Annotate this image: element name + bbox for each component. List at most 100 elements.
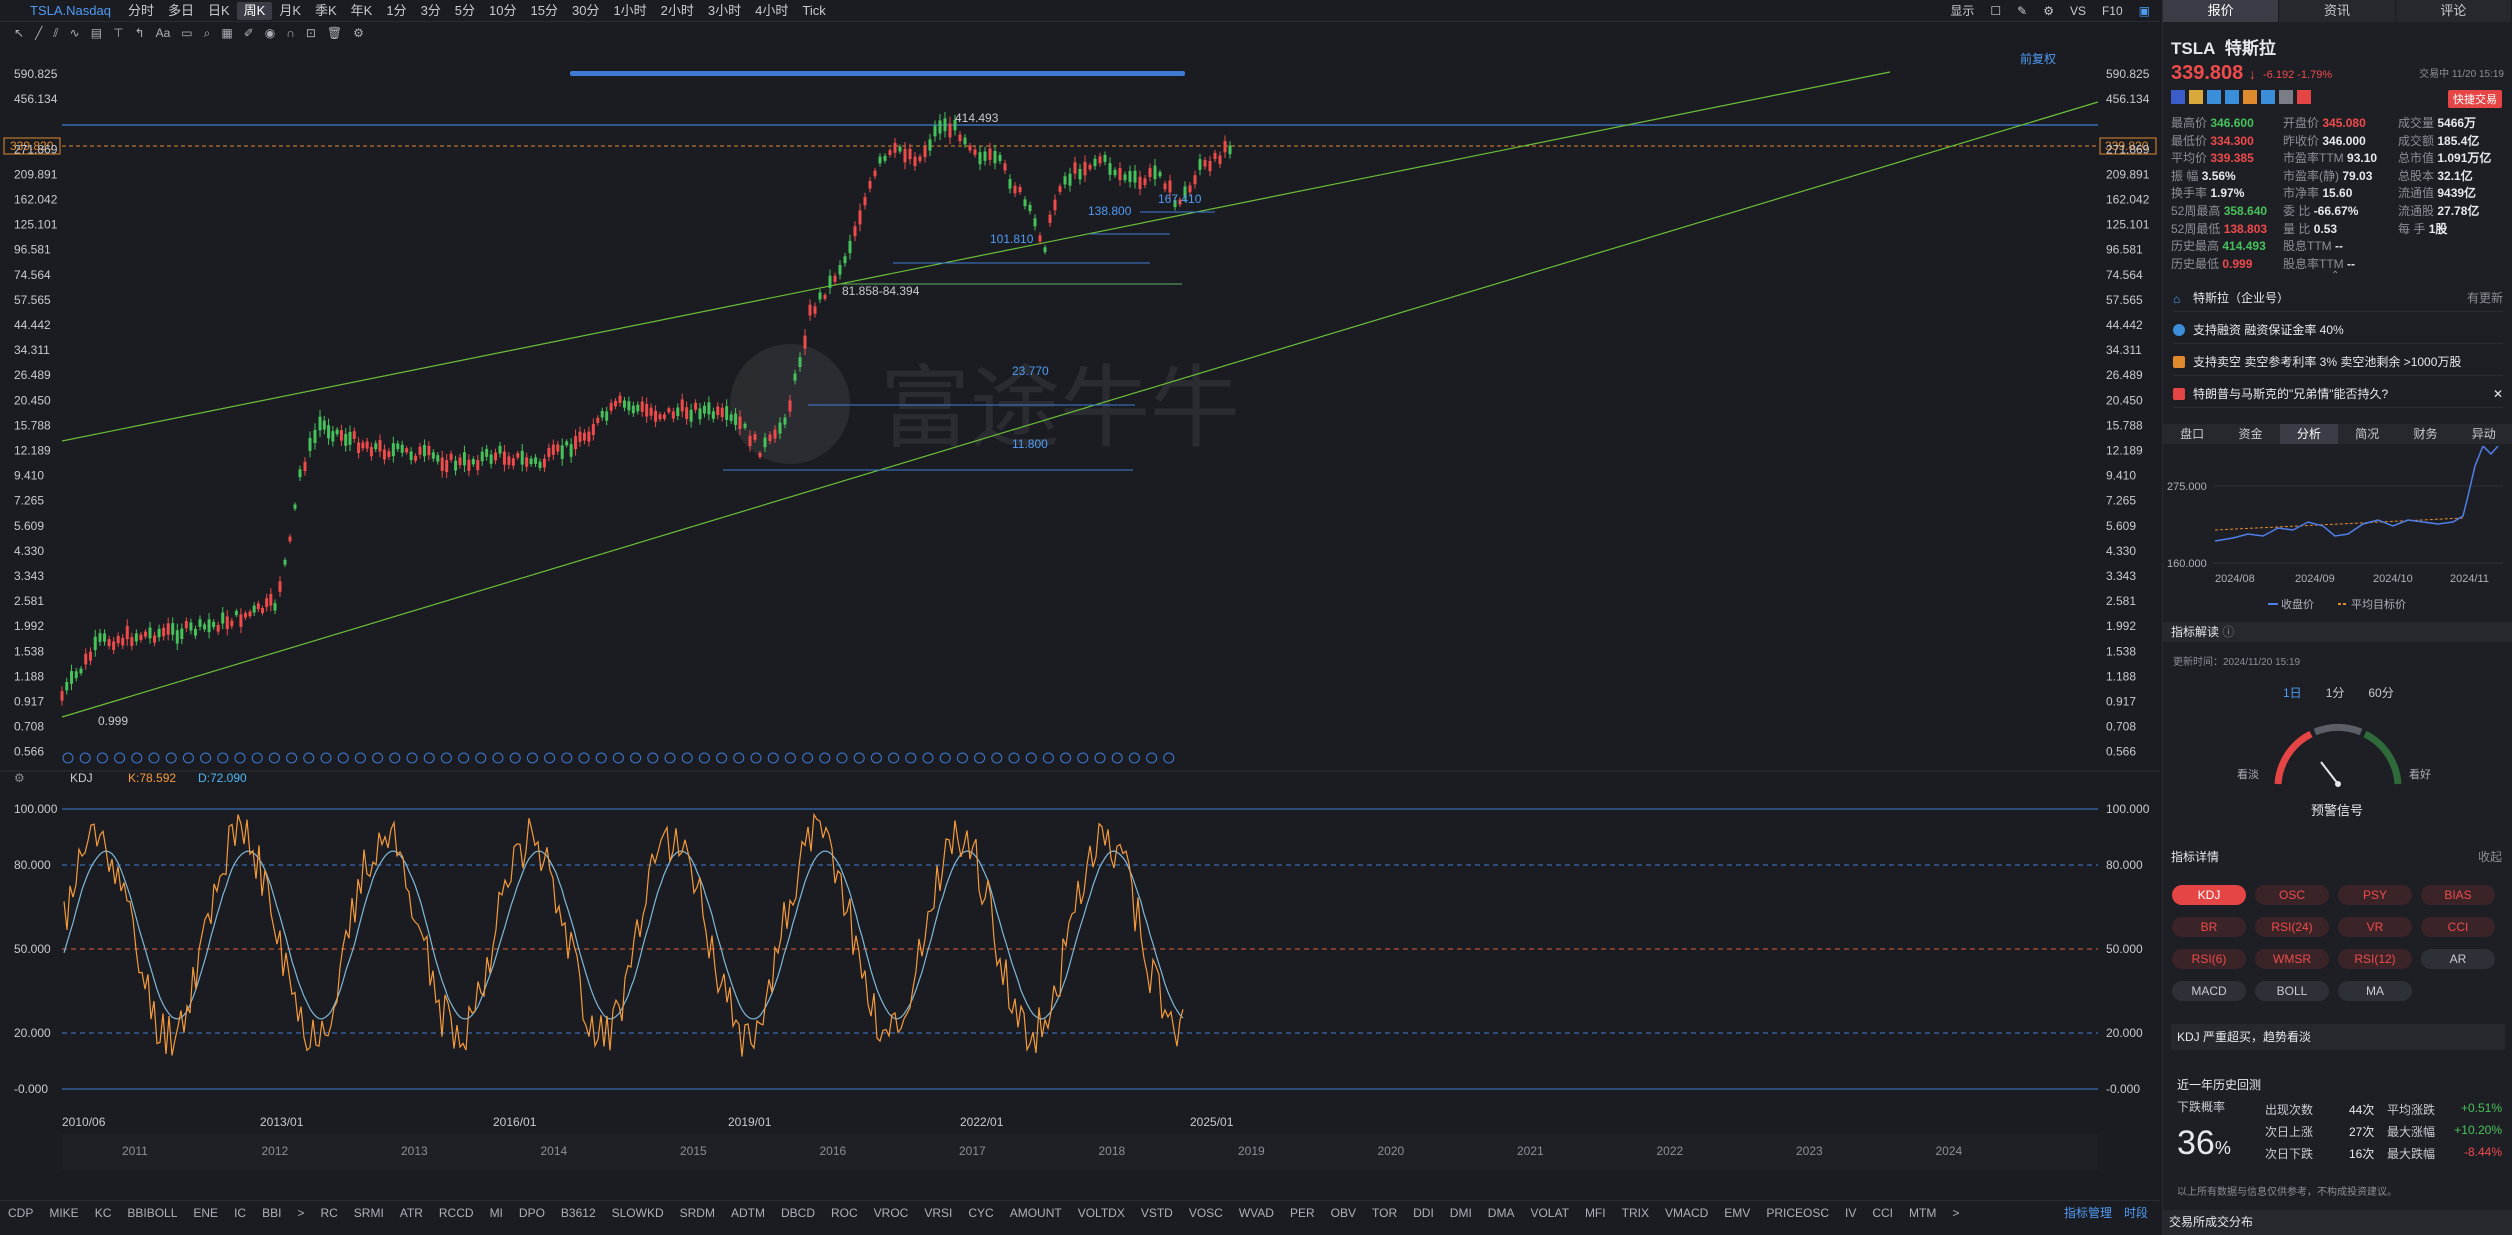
event-marker[interactable] (595, 752, 607, 764)
indicator-tab[interactable]: VMACD (1657, 1206, 1716, 1220)
indicator-pill[interactable]: BOLL (2255, 981, 2329, 1001)
subtab[interactable]: 资金 (2221, 424, 2279, 444)
indicator-pill[interactable]: OSC (2255, 885, 2329, 905)
timeframe-item[interactable]: 年K (344, 2, 380, 20)
event-marker[interactable] (802, 752, 814, 764)
timeframe-item[interactable]: 日K (201, 2, 237, 20)
event-marker[interactable] (251, 752, 263, 764)
news-item[interactable]: 支持融资 融资保证金率 40% (2173, 316, 2503, 344)
event-marker[interactable] (647, 752, 659, 764)
layout-icon[interactable]: ☐ (1990, 4, 2001, 18)
option-icon[interactable] (2243, 90, 2257, 104)
indicator-tab[interactable]: MIKE (41, 1206, 86, 1220)
timeframe-item[interactable]: 10分 (482, 2, 523, 20)
event-marker[interactable] (544, 752, 556, 764)
line-tool-icon[interactable]: ╱ (35, 26, 42, 40)
indicator-pill[interactable]: CCI (2421, 917, 2495, 937)
arrow-tool-icon[interactable]: ↰ (135, 26, 145, 40)
settings-icon[interactable]: ⚙ (2043, 4, 2054, 18)
indicator-tab[interactable]: IV (1837, 1206, 1864, 1220)
indicator-tab[interactable]: WVAD (1231, 1206, 1282, 1220)
timeframe-item[interactable]: 月K (272, 2, 308, 20)
range-scrollbar[interactable] (570, 71, 1185, 76)
indicator-tab[interactable]: CYC (960, 1206, 1001, 1220)
event-marker[interactable] (612, 752, 624, 764)
event-marker[interactable] (389, 752, 401, 764)
indicator-tab[interactable]: ATR (392, 1206, 431, 1220)
subtab[interactable]: 盘口 (2163, 424, 2221, 444)
event-marker[interactable] (423, 752, 435, 764)
event-marker[interactable] (303, 752, 315, 764)
indicator-tab[interactable]: DBCD (773, 1206, 823, 1220)
subtab[interactable]: 分析 (2279, 424, 2338, 444)
event-marker[interactable] (217, 752, 229, 764)
adjust-label[interactable]: 前复权 (2020, 51, 2056, 66)
event-marker[interactable] (681, 752, 693, 764)
event-marker[interactable] (182, 752, 194, 764)
trash-icon[interactable]: 🗑 (327, 26, 342, 40)
indicator-tab[interactable]: VOLAT (1522, 1206, 1576, 1220)
indicator-pill[interactable]: BR (2172, 917, 2246, 937)
event-marker[interactable] (1146, 752, 1158, 764)
event-marker[interactable] (733, 752, 745, 764)
event-marker[interactable] (784, 752, 796, 764)
timeframe-item[interactable]: Tick (795, 2, 832, 20)
symbol-label[interactable]: TSLA.Nasdaq (0, 3, 121, 18)
f10-button[interactable]: F10 (2102, 4, 2123, 18)
indicator-tab[interactable]: VOLTDX (1070, 1206, 1133, 1220)
timeframe-item[interactable]: 2小时 (654, 2, 701, 20)
indicator-tab[interactable]: IC (226, 1206, 254, 1220)
timeframe-item[interactable]: 3分 (414, 2, 448, 20)
event-marker[interactable] (578, 752, 590, 764)
indicator-tab[interactable]: BBIBOLL (119, 1206, 185, 1220)
magnet-icon[interactable]: ∩ (286, 26, 295, 40)
indicator-tab[interactable]: MTM (1901, 1206, 1944, 1220)
event-marker[interactable] (905, 752, 917, 764)
24h-icon[interactable] (2207, 90, 2221, 104)
indicator-tab[interactable]: OBV (1323, 1206, 1364, 1220)
period-1d[interactable]: 1日 (2283, 684, 2302, 701)
short-icon[interactable] (2225, 90, 2239, 104)
event-marker[interactable] (526, 752, 538, 764)
event-marker[interactable] (1111, 752, 1123, 764)
indicator-tab[interactable]: MI (482, 1206, 511, 1220)
event-marker[interactable] (853, 752, 865, 764)
period-link[interactable]: 时段 (2124, 1204, 2160, 1221)
event-marker[interactable] (372, 752, 384, 764)
event-marker[interactable] (974, 752, 986, 764)
event-marker[interactable] (836, 752, 848, 764)
event-marker[interactable] (131, 752, 143, 764)
event-marker[interactable] (664, 752, 676, 764)
tab-quote[interactable]: 报价 (2163, 0, 2280, 22)
indicator-tab[interactable]: KC (87, 1206, 120, 1220)
timeframe-item[interactable]: 周K (236, 1, 273, 20)
event-marker[interactable] (234, 752, 246, 764)
event-marker[interactable] (268, 752, 280, 764)
event-marker[interactable] (509, 752, 521, 764)
cursor-icon[interactable]: ↖ (14, 26, 24, 40)
margin-icon[interactable] (2189, 90, 2203, 104)
timeframe-item[interactable]: 15分 (524, 2, 565, 20)
display-menu[interactable]: 显示 (1950, 2, 1974, 19)
indicator-tab[interactable]: > (289, 1206, 312, 1220)
event-marker[interactable] (475, 752, 487, 764)
event-marker[interactable] (630, 752, 642, 764)
period-60m[interactable]: 60分 (2368, 684, 2393, 701)
indicator-tab[interactable]: SRDM (672, 1206, 723, 1220)
event-marker[interactable] (406, 752, 418, 764)
indicator-pill[interactable]: AR (2421, 949, 2495, 969)
indicator-tab[interactable]: TRIX (1614, 1206, 1657, 1220)
quick-trade-button[interactable]: 快捷交易 (2448, 90, 2502, 108)
timeframe-item[interactable]: 分时 (121, 2, 161, 20)
indicator-pill[interactable]: RSI(24) (2255, 917, 2329, 937)
indicator-tab[interactable]: SRMI (346, 1206, 392, 1220)
indicator-tab[interactable]: PRICEOSC (1758, 1206, 1837, 1220)
event-marker[interactable] (1094, 752, 1106, 764)
event-marker[interactable] (337, 752, 349, 764)
indicator-tab[interactable]: ENE (185, 1206, 226, 1220)
search-icon[interactable]: ⌕ (204, 26, 211, 41)
timeframe-item[interactable]: 多日 (161, 2, 201, 20)
panel-toggle-icon[interactable]: ▣ (2139, 4, 2150, 18)
event-marker[interactable] (561, 752, 573, 764)
event-marker[interactable] (286, 752, 298, 764)
